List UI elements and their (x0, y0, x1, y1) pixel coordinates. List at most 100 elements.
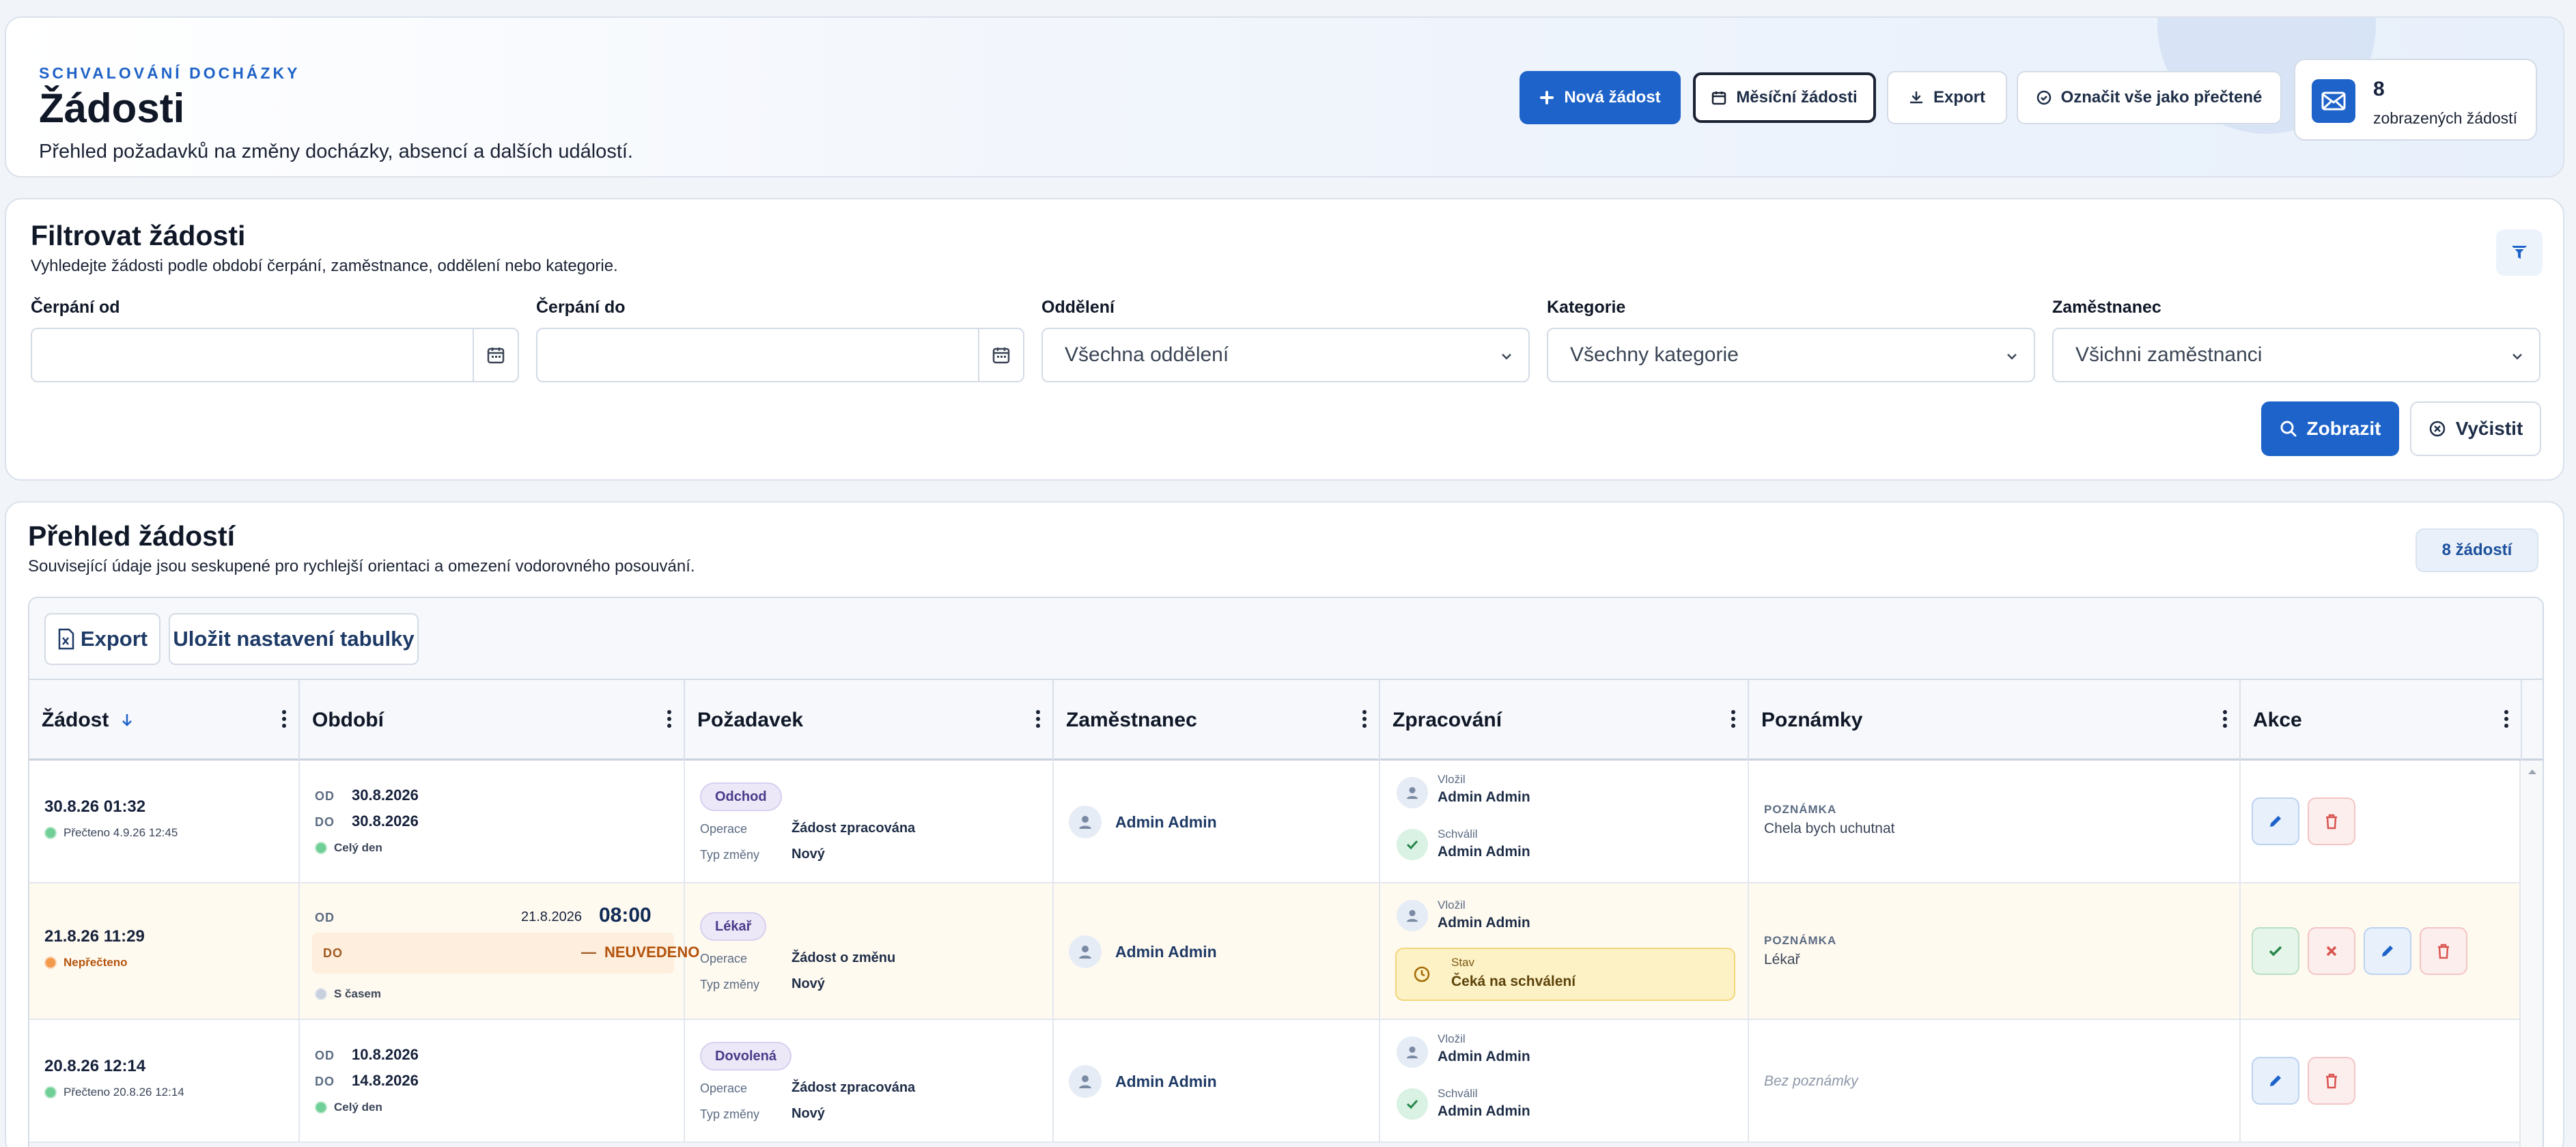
column-menu-icon[interactable] (282, 710, 286, 728)
requests-count-badge: 8 žádostí (2416, 528, 2538, 572)
edit-button[interactable] (2252, 797, 2299, 845)
date-to-label: Čerpání do (536, 298, 626, 317)
monthly-requests-label: Měsíční žádosti (1736, 88, 1858, 107)
note-value: Lékař (1764, 952, 1800, 967)
category-tag: Dovolená (700, 1042, 792, 1071)
column-menu-icon[interactable] (2504, 710, 2508, 728)
column-header-requirement[interactable]: Požadavek (685, 680, 1054, 761)
delete-button[interactable] (2308, 797, 2355, 845)
change-type-value: Nový (792, 976, 825, 991)
approved-label: Schválil (1438, 1087, 1478, 1100)
monthly-requests-button[interactable]: Měsíční žádosti (1693, 72, 1876, 123)
show-button[interactable]: Zobrazit (2261, 401, 2399, 456)
department-select[interactable]: Všechna oddělení (1041, 328, 1530, 382)
close-icon (2326, 946, 2337, 957)
clock-icon (1406, 959, 1438, 990)
note-value: Chela bych uchutnat (1764, 821, 1895, 836)
table-row[interactable] (29, 1143, 2521, 1147)
inserted-label: Vložil (1438, 773, 1466, 786)
column-label: Požadavek (697, 709, 804, 731)
request-cell: 21.8.26 11:29 Nepřečteno (29, 883, 300, 1019)
department-select-value: Všechna oddělení (1065, 343, 1229, 366)
table-row[interactable]: 30.8.26 01:32 Přečteno 4.9.26 12:45 OD 3… (29, 761, 2521, 883)
column-header-notes[interactable]: Poznámky (1749, 680, 2241, 761)
table-export-button[interactable]: Export (44, 613, 160, 665)
column-header-processing[interactable]: Zpracování (1380, 680, 1749, 761)
plus-icon (1540, 91, 1554, 104)
change-type-label: Typ změny (700, 978, 760, 991)
read-status: Nepřečteno (44, 956, 128, 969)
employee-name: Admin Admin (1115, 1072, 1217, 1090)
status-dot (315, 988, 327, 1000)
stat-count: 8 (2373, 78, 2385, 100)
trash-icon (2326, 814, 2337, 830)
period-cell: OD 10.8.2026 DO 14.8.2026 Celý den (300, 1020, 685, 1142)
column-menu-icon[interactable] (667, 710, 671, 728)
clear-button[interactable]: Vyčistit (2410, 401, 2541, 456)
inserted-label: Vložil (1438, 898, 1466, 911)
calendar-icon (992, 348, 1010, 364)
scroll-up-icon[interactable] (2527, 767, 2538, 776)
read-status: Přečteno 4.9.26 12:45 (44, 826, 178, 840)
from-label: OD (315, 911, 335, 924)
new-request-button[interactable]: Nová žádost (1520, 71, 1681, 124)
chevron-down-icon (2007, 354, 2017, 360)
duration-text: S časem (334, 987, 381, 1000)
status-dot (44, 957, 57, 969)
read-status: Přečteno 20.8.26 12:14 (44, 1086, 184, 1099)
approved-value: Admin Admin (1438, 1103, 1530, 1119)
delete-button[interactable] (2420, 927, 2467, 975)
table-row[interactable]: 21.8.26 11:29 Nepřečteno OD 21.8.2026 08… (29, 883, 2521, 1020)
from-value: 30.8.2026 (352, 787, 419, 804)
delete-button[interactable] (2308, 1057, 2355, 1105)
employee-select-value: Všichni zaměstnanci (2075, 343, 2263, 366)
notes-cell: Bez poznámky (1749, 1020, 2241, 1142)
overview-title: Přehled žádostí (28, 520, 236, 552)
operation-label: Operace (700, 822, 748, 836)
date-to-calendar-button[interactable] (978, 329, 1023, 381)
category-select[interactable]: Všechny kategorie (1547, 328, 2035, 382)
to-label: DO (315, 1075, 335, 1088)
category-tag: Odchod (700, 782, 782, 811)
pending-status-box: Stav Čeká na schválení (1395, 948, 1735, 1001)
column-menu-icon[interactable] (1731, 710, 1735, 728)
column-header-actions[interactable]: Akce (2241, 680, 2522, 761)
duration: Celý den (315, 1101, 382, 1114)
date-from-calendar-button[interactable] (473, 329, 518, 381)
column-menu-icon[interactable] (1362, 710, 1367, 728)
table-row[interactable]: 20.8.26 12:14 Přečteno 20.8.26 12:14 OD … (29, 1020, 2521, 1143)
export-button[interactable]: Export (1887, 71, 2007, 124)
category-tag: Lékař (700, 912, 767, 941)
approve-button[interactable] (2252, 927, 2299, 975)
to-dash: — (581, 944, 596, 961)
column-menu-icon[interactable] (1036, 710, 1040, 728)
mark-all-read-button[interactable]: Označit vše jako přečtené (2017, 71, 2282, 124)
edit-button[interactable] (2364, 927, 2411, 975)
mark-all-read-label: Označit vše jako přečtené (2060, 88, 2263, 107)
status-dot (315, 842, 327, 854)
employee: Admin Admin (1069, 935, 1217, 968)
processing-cell: Vložil Admin Admin Schválil Admin Admin (1380, 1020, 1749, 1142)
edit-button[interactable] (2252, 1057, 2299, 1105)
reject-button[interactable] (2308, 927, 2355, 975)
column-menu-icon[interactable] (2223, 710, 2227, 728)
notes-cell: POZNÁMKA Lékař (1749, 883, 2241, 1019)
filter-toggle-button[interactable] (2496, 229, 2543, 276)
sort-arrow-down-icon[interactable] (121, 713, 133, 728)
column-header-request[interactable]: Žádost (29, 680, 300, 761)
employee-select[interactable]: Všichni zaměstnanci (2052, 328, 2540, 382)
column-label: Akce (2253, 709, 2302, 731)
column-header-employee[interactable]: Zaměstnanec (1054, 680, 1380, 761)
column-header-period[interactable]: Období (300, 680, 685, 761)
save-table-settings-button[interactable]: Uložit nastavení tabulky (169, 613, 419, 665)
column-label: Poznámky (1761, 709, 1863, 731)
date-to-input[interactable] (536, 328, 1024, 382)
download-icon (1909, 91, 1923, 104)
trash-icon (2326, 1073, 2337, 1089)
table-scrollbar[interactable] (2519, 761, 2543, 1147)
date-from-input[interactable] (31, 328, 519, 382)
department-label: Oddělení (1041, 298, 1115, 317)
user-icon (1069, 806, 1102, 838)
filter-panel: Filtrovat žádosti Vyhledejte žádosti pod… (5, 198, 2564, 481)
note-label: POZNÁMKA (1764, 803, 1837, 816)
